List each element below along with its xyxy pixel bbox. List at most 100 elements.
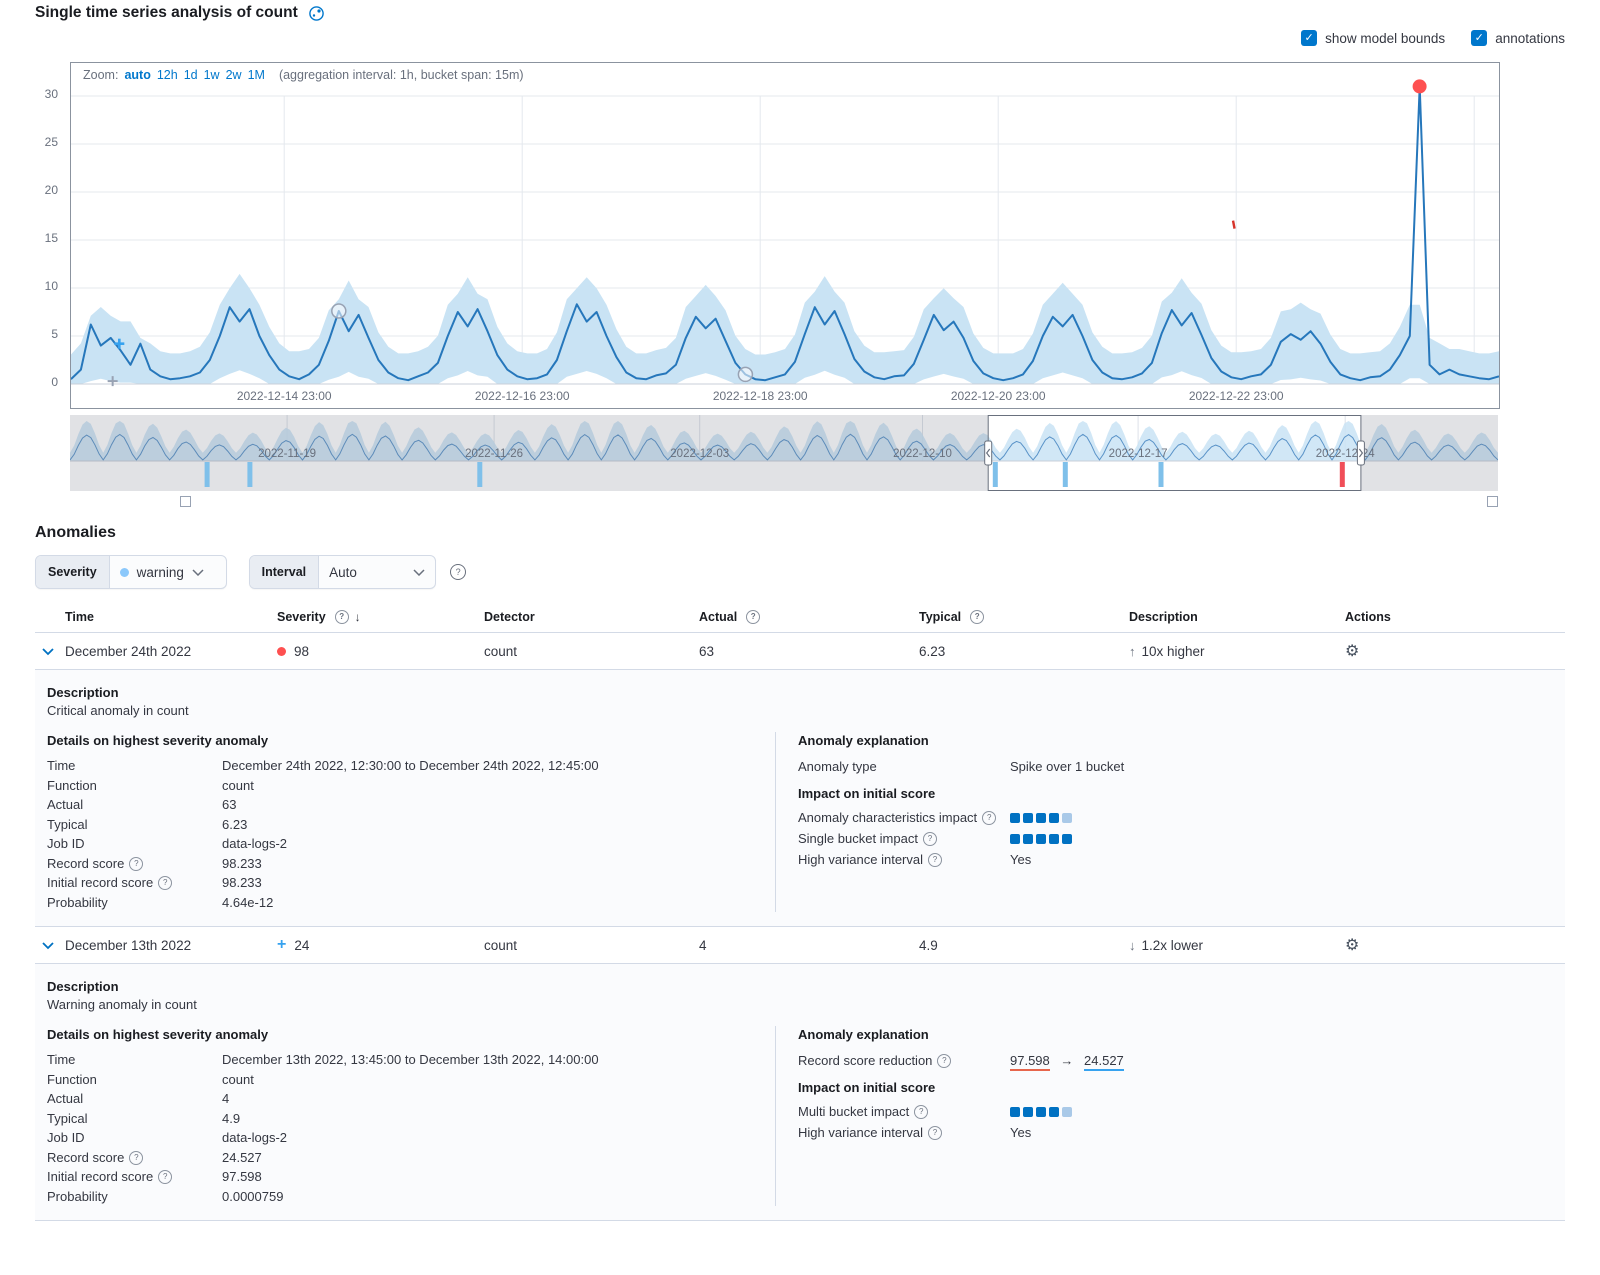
interval-filter[interactable]: Interval Auto <box>249 555 436 589</box>
anomalies-table-header: Time Severity ? ↓ Detector Actual ? Typi… <box>35 602 1565 633</box>
description-title: Description <box>47 684 1553 702</box>
anomaly-type-label: Anomaly type <box>798 759 1010 774</box>
show-model-bounds-checkbox[interactable]: ✓ show model bounds <box>1301 30 1445 46</box>
typical-help-icon: ? <box>970 610 984 624</box>
anomalies-section: Anomalies Severity warning Interval Auto… <box>35 524 1565 1221</box>
checkbox-check-icon: ✓ <box>1301 30 1317 46</box>
actual-cell: 4 <box>699 938 919 953</box>
zoom-option-2w[interactable]: 2w <box>226 68 242 82</box>
field-row: Probability? 4.64e-12 <box>47 893 755 913</box>
main-time-series-chart[interactable]: Zoom: auto 12h 1d 1w 2w 1M (aggregation … <box>70 62 1500 409</box>
chevron-down-icon <box>413 569 425 576</box>
impact-squares <box>1010 813 1553 823</box>
field-row: Typical? 4.9 <box>47 1109 755 1129</box>
aggregation-info: (aggregation interval: 1h, bucket span: … <box>279 68 524 82</box>
field-row: Time? December 24th 2022, 12:30:00 to De… <box>47 756 755 776</box>
annotations-checkbox[interactable]: ✓ annotations <box>1471 30 1565 46</box>
svg-text:2022-12-18 23:00: 2022-12-18 23:00 <box>713 389 808 403</box>
impact-help-icon: ? <box>923 832 937 846</box>
impact-row: Anomaly characteristics impact? <box>798 807 1553 828</box>
y-tick-label: 10 <box>24 279 58 293</box>
row-actions-gear-icon[interactable]: ⚙ <box>1345 935 1359 955</box>
field-row: Actual? 4 <box>47 1089 755 1109</box>
interval-filter-value: Auto <box>329 565 357 580</box>
impact-title: Impact on initial score <box>798 785 1553 803</box>
svg-text:2022-12-20 23:00: 2022-12-20 23:00 <box>951 389 1046 403</box>
impact-help-icon: ? <box>914 1105 928 1119</box>
explanation-title: Anomaly explanation <box>798 1026 1553 1044</box>
description-title: Description <box>47 978 1553 996</box>
anomaly-details-panel: Description Warning anomaly in count Det… <box>35 964 1565 1221</box>
score-from: 97.598 <box>1010 1053 1050 1071</box>
brush-handle-left[interactable] <box>180 496 191 507</box>
actual-cell: 63 <box>699 644 919 659</box>
time-series-plot[interactable]: 2022-12-14 23:002022-12-16 23:002022-12-… <box>71 63 1499 408</box>
show-model-bounds-label: show model bounds <box>1325 31 1445 46</box>
description-cell: ↓ 1.2x lower <box>1129 938 1337 953</box>
zoom-label: Zoom: <box>83 68 118 82</box>
arrow-up-icon: ↑ <box>1129 644 1136 659</box>
y-tick-label: 5 <box>24 327 58 341</box>
zoom-option-auto[interactable]: auto <box>124 68 150 82</box>
field-help-icon: ? <box>129 857 143 871</box>
zoom-option-12h[interactable]: 12h <box>157 68 178 82</box>
explanation-title: Anomaly explanation <box>798 732 1553 750</box>
arrow-right-icon: → <box>1060 1053 1073 1068</box>
y-tick-label: 20 <box>24 183 58 197</box>
column-detector: Detector <box>484 610 699 624</box>
severity-filter[interactable]: Severity warning <box>35 555 227 589</box>
anomaly-details-panel: Description Critical anomaly in count De… <box>35 670 1565 927</box>
high-variance-label: High variance interval <box>798 1125 923 1140</box>
impact-list: Multi bucket impact? <box>798 1101 1553 1122</box>
column-actions: Actions <box>1337 610 1565 624</box>
svg-text:2022-11-26: 2022-11-26 <box>465 448 523 460</box>
chevron-down-icon <box>41 647 55 656</box>
field-row: Function? count <box>47 776 755 796</box>
actual-help-icon: ? <box>746 610 760 624</box>
checkbox-check-icon: ✓ <box>1471 30 1487 46</box>
column-actual: Actual ? <box>699 610 919 624</box>
severity-cell: + 24 <box>277 937 484 953</box>
high-variance-value: Yes <box>1010 1125 1553 1140</box>
y-tick-label: 30 <box>24 87 58 101</box>
interval-help-icon[interactable]: ? <box>450 564 466 580</box>
impact-squares <box>1010 1107 1553 1117</box>
svg-text:2022-12-24: 2022-12-24 <box>1316 448 1375 460</box>
svg-text:2022-12-10: 2022-12-10 <box>893 448 952 460</box>
brush-handle-right[interactable] <box>1487 496 1498 507</box>
svg-text:2022-12-22 23:00: 2022-12-22 23:00 <box>1189 389 1284 403</box>
zoom-option-1d[interactable]: 1d <box>184 68 198 82</box>
detector-cell: count <box>484 644 699 659</box>
impact-list: Anomaly characteristics impact? Single b… <box>798 807 1553 849</box>
arrow-down-icon: ↓ <box>1129 938 1136 953</box>
row-actions-gear-icon[interactable]: ⚙ <box>1345 641 1359 661</box>
description-cell: ↑ 10x higher <box>1129 644 1337 659</box>
zoom-option-1w[interactable]: 1w <box>204 68 220 82</box>
field-row: Job ID? data-logs-2 <box>47 1128 755 1148</box>
description-text: Warning anomaly in count <box>47 996 1553 1014</box>
field-row: Initial record score? 98.233 <box>47 873 755 893</box>
anomaly-row: December 24th 2022 98 count 63 6.23 ↑ 10… <box>35 633 1565 670</box>
y-tick-label: 0 <box>24 375 58 389</box>
details-title: Details on highest severity anomaly <box>47 732 755 750</box>
anomaly-row: December 13th 2022 + 24 count 4 4.9 ↓ 1.… <box>35 927 1565 964</box>
score-reduction-label: Record score reduction <box>798 1053 932 1068</box>
field-row: Initial record score? 97.598 <box>47 1167 755 1187</box>
column-time: Time <box>65 610 277 624</box>
zoom-option-1M[interactable]: 1M <box>248 68 265 82</box>
detector-cell: count <box>484 938 699 953</box>
context-overview-chart[interactable]: 2022-11-192022-11-262022-12-032022-12-10… <box>70 415 1498 491</box>
collapse-row-button[interactable] <box>41 941 65 950</box>
column-description: Description <box>1129 610 1337 624</box>
column-severity[interactable]: Severity ? ↓ <box>277 610 484 624</box>
field-help-icon: ? <box>129 1151 143 1165</box>
impact-title: Impact on initial score <box>798 1079 1553 1097</box>
field-row: Typical? 6.23 <box>47 815 755 835</box>
high-variance-label: High variance interval <box>798 852 923 867</box>
score-reduction-help-icon: ? <box>937 1054 951 1068</box>
impact-row: Multi bucket impact? <box>798 1101 1553 1122</box>
high-variance-help-icon: ? <box>928 853 942 867</box>
field-row: Record score? 24.527 <box>47 1148 755 1168</box>
collapse-row-button[interactable] <box>41 647 65 656</box>
impact-row: Single bucket impact? <box>798 828 1553 849</box>
